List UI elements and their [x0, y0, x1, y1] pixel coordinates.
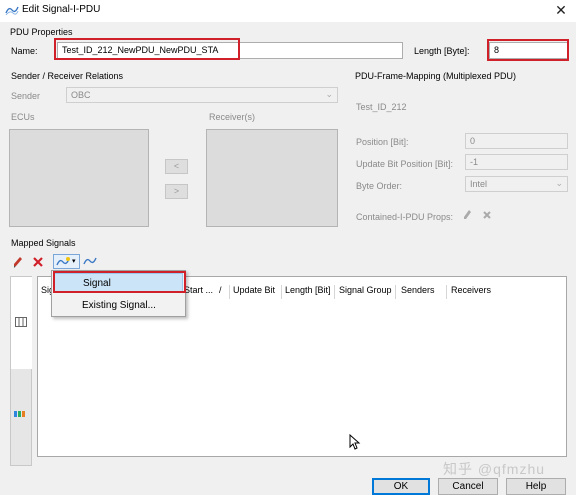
byte-order-select[interactable]: Intel ⌄	[465, 176, 568, 192]
sender-select[interactable]: OBC ⌄	[66, 87, 338, 103]
menu-item-signal[interactable]: Signal	[54, 273, 183, 293]
update-bit-label: Update Bit Position [Bit]:	[356, 159, 454, 169]
sort-indicator-icon: /	[219, 285, 222, 295]
length-input[interactable]: 8	[489, 42, 568, 59]
ecus-list[interactable]	[9, 129, 149, 227]
add-signal-icon	[56, 257, 70, 266]
position-input[interactable]: 0	[465, 133, 568, 149]
col-start[interactable]: Start ...	[184, 285, 213, 295]
pencil-icon[interactable]	[462, 209, 472, 221]
length-label: Length [Byte]:	[414, 46, 470, 56]
receivers-list[interactable]	[206, 129, 338, 227]
col-signal-group[interactable]: Signal Group	[339, 285, 392, 295]
close-icon[interactable]: ✕	[552, 1, 570, 19]
byte-order-label: Byte Order:	[356, 181, 403, 191]
name-input[interactable]: Test_ID_212_NewPDU_NewPDU_STA	[57, 42, 403, 59]
add-signal-dropdown[interactable]: ▾	[53, 254, 80, 269]
frame-mapping-label: PDU-Frame-Mapping (Multiplexed PDU)	[355, 71, 517, 81]
watermark-text: 知乎 @qfmzhu	[443, 461, 546, 477]
dropdown-arrow-icon: ▾	[72, 258, 76, 265]
table-icon	[15, 317, 27, 327]
layout-icon	[14, 411, 25, 417]
sender-receiver-label: Sender / Receiver Relations	[11, 71, 124, 81]
tab-layout-view[interactable]	[14, 409, 26, 421]
chevron-down-icon: ⌄	[555, 178, 563, 188]
name-label: Name:	[11, 46, 38, 56]
update-bit-input[interactable]: -1	[465, 154, 568, 170]
mouse-cursor-icon	[349, 433, 361, 450]
move-left-button[interactable]: <	[165, 159, 188, 174]
delete-icon[interactable]	[482, 209, 492, 221]
menu-item-existing-signal[interactable]: Existing Signal...	[54, 296, 183, 316]
col-senders[interactable]: Senders	[401, 285, 435, 295]
delete-red-icon[interactable]	[32, 256, 44, 268]
mapped-signals-label: Mapped Signals	[11, 238, 76, 248]
cancel-button[interactable]: Cancel	[438, 478, 498, 495]
tab-table-view[interactable]	[11, 277, 32, 369]
add-signal-menu: Signal Existing Signal...	[51, 270, 186, 317]
app-icon	[5, 4, 19, 16]
move-right-button[interactable]: >	[165, 184, 188, 199]
receivers-label: Receiver(s)	[209, 112, 256, 122]
help-button[interactable]: Help	[506, 478, 566, 495]
byte-order-value: Intel	[470, 179, 488, 189]
window-title: Edit Signal-I-PDU	[22, 4, 101, 15]
col-length[interactable]: Length [Bit]	[285, 285, 331, 295]
edit-pencil-icon[interactable]	[12, 256, 23, 268]
col-receivers[interactable]: Receivers	[451, 285, 491, 295]
position-label: Position [Bit]:	[356, 137, 409, 147]
ok-button[interactable]: OK	[372, 478, 430, 495]
signal-wave-icon[interactable]	[83, 255, 97, 267]
sender-label: Sender	[11, 91, 41, 101]
ecus-label: ECUs	[11, 112, 35, 122]
contained-label: Contained-I-PDU Props:	[356, 212, 454, 222]
col-update-bit[interactable]: Update Bit	[233, 285, 275, 295]
pdu-name-text: Test_ID_212	[356, 102, 407, 112]
sender-value: OBC	[71, 90, 91, 100]
chevron-down-icon: ⌄	[325, 89, 333, 99]
pdu-properties-label: PDU Properties	[10, 27, 73, 37]
